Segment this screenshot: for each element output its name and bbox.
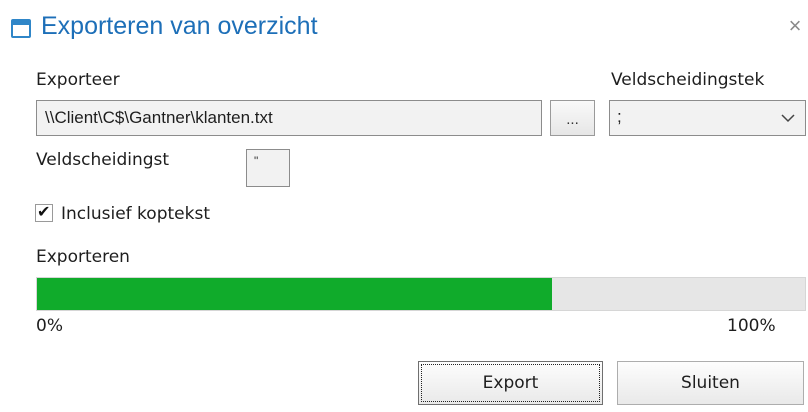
export-label: Exporteer	[36, 70, 120, 90]
progress-min-label: 0%	[36, 316, 63, 336]
close-button[interactable]: Sluiten	[617, 361, 804, 405]
browse-button[interactable]: ...	[550, 100, 595, 136]
progress-max-label: 100%	[727, 316, 776, 336]
dialog-title: Exporteren van overzicht	[41, 12, 318, 40]
export-button[interactable]: Export	[418, 361, 603, 405]
chevron-down-icon[interactable]	[781, 111, 795, 125]
progress-fill	[37, 278, 552, 310]
field-separator-select[interactable]: ;	[609, 100, 806, 136]
export-progress-bar	[36, 277, 806, 311]
text-qualifier-input[interactable]: "	[246, 149, 290, 187]
window-icon	[11, 19, 31, 38]
include-header-checkbox[interactable]: ✔	[35, 204, 53, 222]
field-separator-label: Veldscheidingstek	[611, 70, 765, 90]
close-icon[interactable]: ×	[784, 14, 806, 38]
text-qualifier-label: Veldscheidingst	[36, 150, 170, 170]
progress-label: Exporteren	[36, 247, 130, 267]
include-header-label[interactable]: Inclusief koptekst	[61, 204, 210, 224]
export-path-input[interactable]: \\Client\C$\Gantner\klanten.txt	[36, 100, 542, 136]
field-separator-value: ;	[617, 107, 622, 126]
checkmark-icon: ✔	[37, 204, 51, 221]
